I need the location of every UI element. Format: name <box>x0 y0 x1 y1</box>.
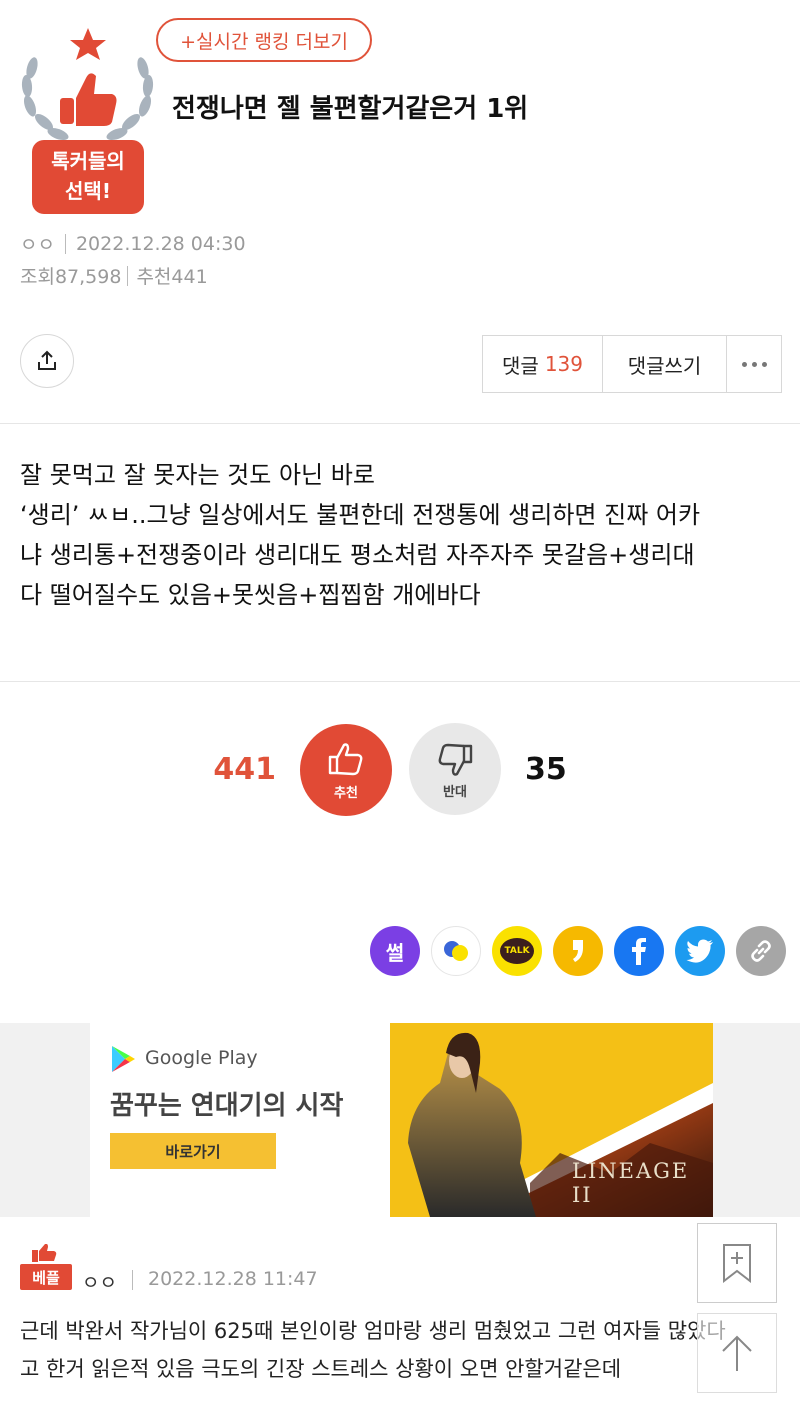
kakaotalk-label: TALK <box>504 946 530 956</box>
divider <box>0 681 800 682</box>
scroll-top-button[interactable] <box>697 1313 777 1393</box>
facebook-icon <box>632 938 646 965</box>
kakao-channel-icon <box>573 940 583 962</box>
meta-divider <box>64 233 66 254</box>
link-icon <box>751 940 771 962</box>
ad-cta-button[interactable]: 바로가기 <box>110 1133 276 1169</box>
view-count: 조회87,598 <box>20 266 122 288</box>
share-upload-icon <box>38 350 56 370</box>
kakaotalk-icon: TALK <box>500 938 534 964</box>
upvote-button[interactable]: 추천 <box>300 724 392 816</box>
badge-label-1: 톡커들의 <box>51 149 125 173</box>
divider <box>0 423 800 424</box>
write-comment-button[interactable]: 댓글쓰기 <box>603 336 727 392</box>
post-title: 전쟁나면 젤 불편할거같은거 1위 <box>172 94 529 124</box>
bookmark-button[interactable] <box>697 1223 777 1303</box>
meta-divider <box>132 1270 133 1290</box>
comment-line: 고 한거 읽은적 있음 극도의 긴장 스트레스 상황이 오면 안할거같은데 <box>20 1357 622 1381</box>
thumbs-down-icon <box>438 743 473 776</box>
ad-game-logo: LINEAGE II <box>572 1159 690 1207</box>
more-dots-icon <box>741 361 767 367</box>
twitter-icon <box>686 939 713 963</box>
post-stats: 조회87,598 추천441 <box>20 262 208 289</box>
share-button[interactable] <box>20 334 74 388</box>
kakao-channel-share-button[interactable] <box>553 926 603 976</box>
ssul-share-button[interactable]: 썰 <box>370 926 420 976</box>
post-line: 잘 못먹고 잘 못자는 것도 아닌 바로 <box>20 461 375 489</box>
more-button[interactable] <box>727 336 781 392</box>
thumbs-up-icon <box>328 742 363 775</box>
meta-divider <box>127 265 129 286</box>
talkers-choice-badge: 톡커들의 선택! <box>20 26 155 216</box>
comments-label: 댓글 <box>502 353 539 378</box>
arrow-up-icon <box>722 1335 752 1371</box>
comments-button[interactable]: 댓글 139 <box>483 336 603 392</box>
downvote-count: 35 <box>525 752 567 787</box>
comment-actions: 댓글 139 댓글쓰기 <box>482 335 782 393</box>
post-meta: ㅇㅇ 2022.12.28 04:30 <box>20 230 246 257</box>
kakao-story-icon <box>444 941 468 961</box>
comments-count: 139 <box>544 352 583 376</box>
post-line: 냐 생리통+전쟁중이라 생리대도 평소처럼 자주자주 못갈음+생리대 <box>20 541 695 569</box>
upvote-label: 추천 <box>334 785 358 801</box>
post-body: 잘 못먹고 잘 못자는 것도 아닌 바로 ‘생리’ ㅆㅂ..그냥 일상에서도 불… <box>20 455 790 615</box>
post-line: ‘생리’ ㅆㅂ..그냥 일상에서도 불편한데 전쟁통에 생리하면 진짜 어카 <box>20 501 701 529</box>
ad-headline: 꿈꾸는 연대기의 시작 <box>110 1091 344 1121</box>
downvote-button[interactable]: 반대 <box>409 723 501 815</box>
badge-label-2: 선택! <box>65 179 111 203</box>
post-line: 다 떨어질수도 있음+못씻음+찝찝함 개에바다 <box>20 581 481 609</box>
best-label: 베플 <box>32 1268 60 1287</box>
ad-store-label: Google Play <box>145 1047 258 1069</box>
ad-zone: Google Play 꿈꾸는 연대기의 시작 바로가기 LINEAGE II <box>0 1023 800 1217</box>
downvote-label: 반대 <box>443 784 467 800</box>
google-play-icon <box>112 1046 135 1072</box>
comment-line: 근데 박완서 작가님이 625때 본인이랑 엄마랑 생리 멈췄었고 그런 여자들… <box>20 1319 726 1343</box>
ssul-icon: 썰 <box>385 940 405 965</box>
twitter-share-button[interactable] <box>675 926 725 976</box>
copy-link-button[interactable] <box>736 926 786 976</box>
comment-body: 근데 박완서 작가님이 625때 본인이랑 엄마랑 생리 멈췄었고 그런 여자들… <box>20 1312 790 1388</box>
comment-author[interactable]: ㅇㅇ <box>82 1268 117 1295</box>
kakaostory-share-button[interactable] <box>431 926 481 976</box>
facebook-share-button[interactable] <box>614 926 664 976</box>
best-comment-badge: 베플 <box>20 1243 72 1290</box>
share-icons: 썰 TALK <box>370 926 786 976</box>
realtime-ranking-button[interactable]: +실시간 랭킹 더보기 <box>156 18 372 62</box>
upvote-count: 441 <box>213 752 276 787</box>
comment-datetime: 2022.12.28 11:47 <box>148 1268 318 1290</box>
post-datetime: 2022.12.28 04:30 <box>75 232 246 255</box>
post-author[interactable]: ㅇㅇ <box>20 230 55 257</box>
bookmark-add-icon <box>723 1244 751 1283</box>
ad-banner[interactable]: Google Play 꿈꾸는 연대기의 시작 바로가기 LINEAGE II <box>90 1023 713 1217</box>
recommend-count: 추천441 <box>136 266 208 288</box>
kakaotalk-share-button[interactable]: TALK <box>492 926 542 976</box>
